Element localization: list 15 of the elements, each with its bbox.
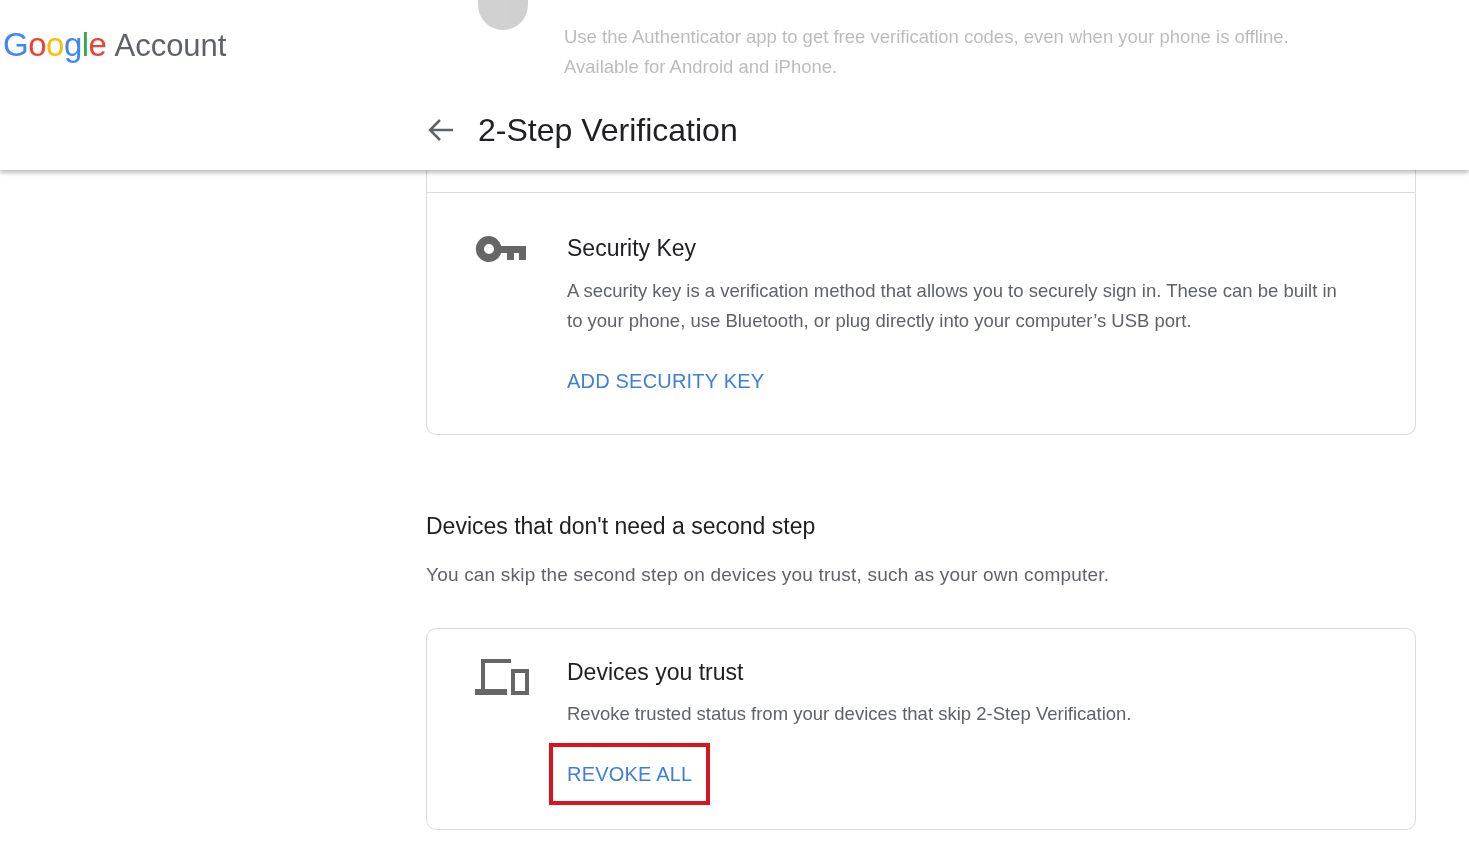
card-title: Security Key: [567, 234, 698, 263]
app-icon: [478, 0, 528, 30]
card-description: A security key is a verification method that allows you to securely sign in. These can be built in to your phone, use Bluetooth, or plug directly into your computer’s USB port.: [567, 278, 1338, 333]
section-title: Devices that don't need a second step: [426, 511, 817, 541]
faded-description: Use the Authenticator app to get free verification codes, even when your phone is offline. Available for Android and iPhone.: [564, 25, 1289, 79]
action-link[interactable]: ADD SECURITY KEY: [567, 365, 765, 396]
key-icon: [475, 235, 527, 263]
card-title: Devices you trust: [567, 657, 745, 687]
page-title: 2-Step Verification: [478, 111, 738, 150]
google-logo[interactable]: Google: [3, 20, 107, 70]
product-name: Account: [114, 27, 227, 65]
card-description: Revoke trusted status from your devices that skip 2-Step Verification.: [567, 702, 1132, 726]
devices-icon: [475, 658, 529, 697]
section-description: You can skip the second step on devices you trust, such as your own computer.: [426, 563, 1111, 587]
action-link[interactable]: REVOKE ALL: [567, 759, 693, 789]
